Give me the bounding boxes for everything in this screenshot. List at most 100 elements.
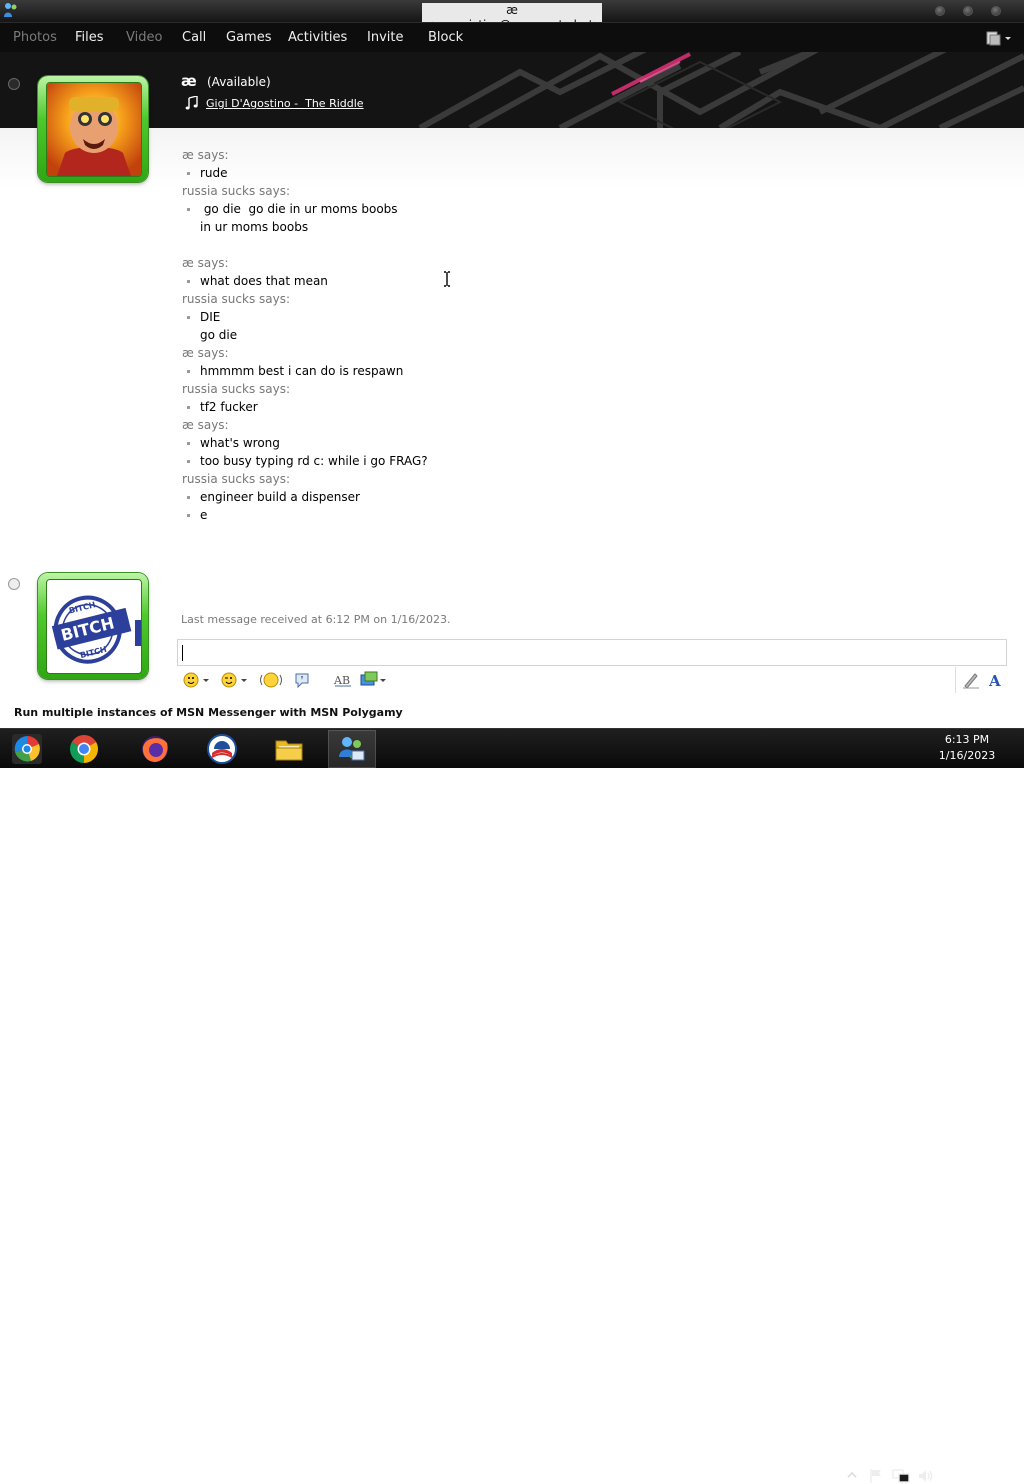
message-bullet [187, 280, 190, 283]
message-text: rude [200, 166, 228, 180]
menu-files[interactable]: Files [75, 30, 104, 45]
menu-invite[interactable]: Invite [367, 30, 403, 45]
message-text: hmmmm best i can do is respawn [200, 364, 404, 378]
options-menu-button[interactable] [984, 29, 1014, 47]
font-icon: A [988, 672, 1001, 689]
msn-messenger-icon [339, 737, 365, 761]
message-text: go die [200, 328, 238, 342]
menu-games[interactable]: Games [226, 30, 271, 45]
volume-icon[interactable] [917, 1468, 935, 1484]
maximize-button[interactable] [963, 6, 973, 16]
taskbar-start-button[interactable] [3, 730, 51, 768]
menu-video[interactable]: Video [126, 30, 162, 45]
input-caret [182, 645, 183, 661]
last-message-timestamp: Last message received at 6:12 PM on 1/16… [181, 613, 451, 626]
banner-collapse-button[interactable] [8, 78, 20, 90]
message-text: what does that mean [200, 274, 328, 288]
bitch-stamp-image: BITCH BITCH BITCH [47, 580, 141, 673]
pen-icon [963, 673, 979, 689]
taskbar-chrome[interactable] [60, 730, 108, 768]
taskbar-firefox[interactable] [131, 730, 179, 768]
window-titlebar: æ <energistics@escargot.chat> [0, 0, 1024, 33]
chrome-icon [70, 735, 98, 763]
show-hidden-icons-icon[interactable] [846, 1468, 858, 1482]
format-toolbar: AB A [177, 667, 1007, 695]
message-bullet [187, 406, 190, 409]
toolbar-divider [955, 667, 956, 693]
message-sender: russia sucks says: [182, 472, 291, 486]
message-sender: russia sucks says: [182, 382, 291, 396]
message-text: DIE [200, 310, 221, 324]
message-text: e [200, 508, 208, 522]
emoticon-icon [183, 672, 209, 688]
banner-background [418, 52, 1024, 128]
chrome-os-icon [12, 734, 42, 764]
minimize-button[interactable] [935, 6, 945, 16]
text-cursor-icon [444, 271, 450, 287]
voice-clip-button[interactable] [259, 669, 283, 691]
message-text: too busy typing rd c: while i go FRAG? [200, 454, 428, 468]
svg-text:AB: AB [333, 674, 350, 687]
message-input[interactable] [177, 639, 1007, 666]
music-note-icon [185, 96, 198, 110]
firefox-icon [142, 736, 168, 762]
emoticon-button[interactable] [183, 669, 211, 691]
menu-photos[interactable]: Photos [13, 30, 57, 45]
menu-call[interactable]: Call [182, 30, 206, 45]
message-text: engineer build a dispenser [200, 490, 360, 504]
taskbar-clock-time[interactable]: 6:13 PM [932, 733, 1002, 746]
contact-status: (Available) [207, 75, 271, 89]
promo-link[interactable]: Run multiple instances of MSN Messenger … [14, 706, 403, 719]
font-button[interactable]: A [988, 669, 1004, 691]
message-bullet [187, 460, 190, 463]
message-bullet [187, 496, 190, 499]
message-bullet [187, 514, 190, 517]
nudge-button[interactable] [293, 669, 311, 691]
nudge-icon [295, 673, 309, 689]
options-icon [986, 31, 1011, 46]
msn-buddy-icon [4, 3, 17, 17]
handwriting-button[interactable]: AB [333, 669, 353, 691]
background-icon [360, 671, 386, 686]
contact-name: æ [181, 72, 197, 90]
taskbar-file-explorer[interactable] [265, 730, 313, 768]
voice-clip-icon [260, 672, 282, 688]
action-center-flag-icon[interactable] [868, 1468, 884, 1484]
svg-text:A: A [988, 672, 1001, 689]
message-sender: russia sucks says: [182, 184, 291, 198]
message-bullet [187, 316, 190, 319]
taskbar-msn-messenger[interactable] [328, 730, 376, 768]
wink-button[interactable] [221, 669, 249, 691]
user-avatar[interactable]: BITCH BITCH BITCH [38, 573, 148, 679]
message-bullet [187, 208, 190, 211]
taskbar [0, 728, 1024, 1483]
now-playing-link[interactable]: Gigi D'Agostino - The Riddle [206, 97, 364, 110]
font-style-icon: AB [333, 674, 351, 687]
background-button[interactable] [360, 669, 388, 691]
obama-logo-icon [207, 734, 237, 764]
menu-block[interactable]: Block [428, 30, 463, 45]
taskbar-obama-app[interactable] [198, 730, 246, 768]
message-bullet [187, 370, 190, 373]
user-avatar-collapse-button[interactable] [8, 578, 20, 590]
contact-avatar[interactable] [38, 76, 148, 182]
message-sender: æ says: [182, 418, 229, 432]
message-text: in ur moms boobs [200, 220, 309, 234]
message-bullet [187, 442, 190, 445]
conversation-area [0, 128, 1024, 728]
menu-activities[interactable]: Activities [288, 30, 347, 45]
file-explorer-icon [275, 740, 303, 761]
message-sender: russia sucks says: [182, 292, 291, 306]
taskbar-clock-date[interactable]: 1/16/2023 [932, 749, 1002, 762]
contact-banner [0, 52, 1024, 128]
message-bullet [187, 172, 190, 175]
close-button[interactable] [991, 6, 1001, 16]
contact-avatar-image [47, 83, 141, 176]
network-icon[interactable] [892, 1468, 910, 1484]
message-sender: æ says: [182, 256, 229, 270]
message-text: tf2 fucker [200, 400, 258, 414]
message-sender: æ says: [182, 346, 229, 360]
ink-button[interactable] [962, 669, 980, 691]
message-text: what's wrong [200, 436, 280, 450]
wink-icon [221, 672, 247, 688]
